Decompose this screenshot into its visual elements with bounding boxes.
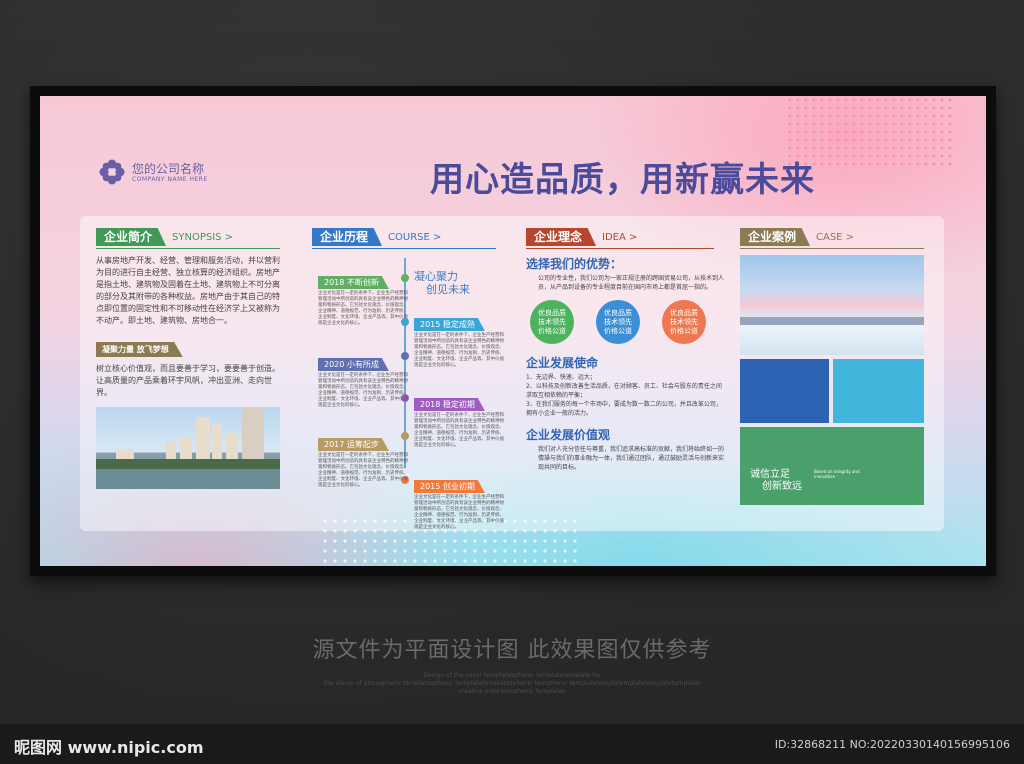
advantage-title: 选择我们的优势： bbox=[526, 257, 623, 271]
synopsis-divider bbox=[96, 248, 280, 249]
case-section: 企业案例 CASE > 诚信立足 创新致远 Based on integrity… bbox=[740, 228, 930, 505]
site-logo[interactable]: 昵图网 www.nipic.com bbox=[14, 734, 204, 758]
company-name: 您的公司名称 bbox=[132, 161, 205, 176]
timeline-label: 2017 运筹起步 bbox=[318, 438, 389, 451]
slogan-headline: 用心造品质，用新赢未来 bbox=[430, 160, 815, 200]
mission-item: 1、无边界、快速、远大； bbox=[526, 374, 596, 381]
case-tile-green: 诚信立足 创新致远 Based on integrity and innovat… bbox=[740, 427, 924, 505]
timeline-label: 2020 小有所成 bbox=[318, 358, 389, 371]
footer-bar: 昵图网 www.nipic.com ID:32868211 NO:2022033… bbox=[0, 724, 1024, 764]
flower-logo-icon bbox=[99, 159, 125, 185]
timeline-item: 2015 稳定成熟 企业文化是在一定的条件下，企业生产经营和管理活动中所创造的具… bbox=[414, 312, 506, 369]
timeline-label: 2018 稳定初期 bbox=[414, 398, 485, 411]
advantage-circle: 优良品质 技术领先 价格公道 bbox=[662, 300, 706, 344]
timeline-item: 2020 小有所成 企业文化是在一定的条件下，企业生产经营和管理活动中所创造的具… bbox=[318, 352, 410, 409]
synopsis-sub-body: 树立核心价值观，而且要善于学习，要要善于创造。让高质量的产品乘着环宇风帆，冲出亚… bbox=[96, 364, 280, 397]
timeline-label: 2018 不断创新 bbox=[318, 276, 389, 289]
case-divider bbox=[740, 248, 924, 249]
timeline-text: 企业文化是在一定的条件下，企业生产经营和管理活动中所创造的具有该企业特色的精神财… bbox=[414, 333, 504, 368]
course-section: 企业历程 COURSE > 凝心聚力 创见未来 2018 不断创新 企业文化是在… bbox=[312, 228, 504, 530]
watermark-title: 源文件为平面设计图 此效果图仅供参考 bbox=[312, 638, 712, 663]
synopsis-tag: 企业简介 bbox=[96, 228, 167, 246]
case-tile-blue bbox=[740, 359, 829, 423]
timeline-text: 企业文化是在一定的条件下，企业生产经营和管理活动中所创造的具有该企业特色的精神财… bbox=[414, 495, 504, 530]
timeline-text: 企业文化是在一定的条件下，企业生产经营和管理活动中所创造的具有该企业特色的精神财… bbox=[318, 373, 408, 408]
idea-tag: 企业理念 bbox=[526, 228, 597, 246]
watermark-en: Design of the cover templatesphenic temp… bbox=[323, 672, 701, 695]
case-tiles: 诚信立足 创新致远 Based on integrity and innovat… bbox=[740, 359, 924, 505]
timeline-label: 2015 稳定成熟 bbox=[414, 318, 485, 331]
advantage-circles: 优良品质 技术领先 价格公道 优良品质 技术领先 价格公道 优良品质 技术领先 价格公道 bbox=[526, 300, 726, 344]
timeline-text: 企业文化是在一定的条件下，企业生产经营和管理活动中所创造的具有该企业特色的精神财… bbox=[318, 291, 408, 326]
timeline-item: 2015 创业初期 企业文化是在一定的条件下，企业生产经营和管理活动中所创造的具… bbox=[414, 474, 506, 531]
idea-section: 企业理念 IDEA > 选择我们的优势： 公司的专业性，我们公司为一家正规注册的… bbox=[526, 228, 726, 472]
case-tag-en: CASE > bbox=[816, 231, 855, 243]
motto-line-1: 凝心聚力 bbox=[414, 270, 458, 283]
mission-item: 2、以科技及创新改善生活品质，在对顾客、员工、社会与股东的责任之间求取互相依赖的… bbox=[526, 383, 722, 399]
company-logo: 您的公司名称 COMPANY NAME HERE bbox=[98, 158, 208, 186]
timeline-item: 2017 运筹起步 企业文化是在一定的条件下，企业生产经营和管理活动中所创造的具… bbox=[318, 432, 410, 489]
values-body: 我们对人充分信任与尊重，我们追求高标准的贡献，我们将始终如一的情操与我们的事业融… bbox=[538, 446, 725, 471]
timeline-item: 2018 稳定初期 企业文化是在一定的条件下，企业生产经营和管理活动中所创造的具… bbox=[414, 392, 506, 449]
idea-divider bbox=[526, 248, 714, 249]
city-photo bbox=[96, 407, 280, 489]
advantage-body: 公司的专业性，我们公司为一家正规注册的跨国贸易公司，从技术到人员，从产品到设备的… bbox=[538, 275, 725, 291]
advantage-circle: 优良品质 技术领先 价格公道 bbox=[596, 300, 640, 344]
timeline-text: 企业文化是在一定的条件下，企业生产经营和管理活动中所创造的具有该企业特色的精神财… bbox=[414, 413, 504, 448]
synopsis-section: 企业简介 SYNOPSIS > 从事房地产开发、经营、管理和服务活动，并以营利为… bbox=[96, 228, 286, 489]
mission-item: 3、在我们服务的每一个市场中，要成为数一数二的公司，并且改革公司，拥有小企业一般… bbox=[526, 401, 722, 417]
case-tag: 企业案例 bbox=[740, 228, 811, 246]
motto-line-2: 创见未来 bbox=[426, 283, 470, 296]
course-divider bbox=[312, 248, 496, 249]
company-name-en: COMPANY NAME HERE bbox=[132, 175, 208, 183]
mission-title: 企业发展使命 bbox=[526, 356, 599, 370]
case-tile-cyan bbox=[833, 359, 924, 423]
synopsis-body: 从事房地产开发、经营、管理和服务活动，并以营利为目的进行自主经营、独立核算的经济… bbox=[96, 256, 280, 325]
image-id: ID:32868211 NO:20220330140156995106 bbox=[774, 738, 1010, 751]
timeline-text: 企业文化是在一定的条件下，企业生产经营和管理活动中所创造的具有该企业特色的精神财… bbox=[318, 453, 408, 488]
synopsis-tag-en: SYNOPSIS > bbox=[172, 231, 234, 243]
timeline-item: 2018 不断创新 企业文化是在一定的条件下，企业生产经营和管理活动中所创造的具… bbox=[318, 270, 410, 327]
course-motto: 凝心聚力 创见未来 bbox=[414, 270, 470, 296]
case-motto: 诚信立足 创新致远 bbox=[750, 469, 802, 492]
mission-list: 1、无边界、快速、远大； 2、以科技及创新改善生活品质，在对顾客、员工、社会与股… bbox=[526, 373, 726, 418]
course-tag: 企业历程 bbox=[312, 228, 383, 246]
timeline-label: 2015 创业初期 bbox=[414, 480, 485, 493]
course-tag-en: COURSE > bbox=[388, 231, 442, 243]
idea-tag-en: IDEA > bbox=[602, 231, 638, 243]
case-motto-en: Based on integrity and innovation bbox=[814, 469, 860, 479]
advantage-circle: 优良品质 技术领先 价格公道 bbox=[530, 300, 574, 344]
skyline-photo bbox=[740, 255, 924, 355]
synopsis-subtitle: 凝聚力量 放飞梦想 bbox=[96, 342, 183, 357]
values-title: 企业发展价值观 bbox=[526, 428, 611, 442]
